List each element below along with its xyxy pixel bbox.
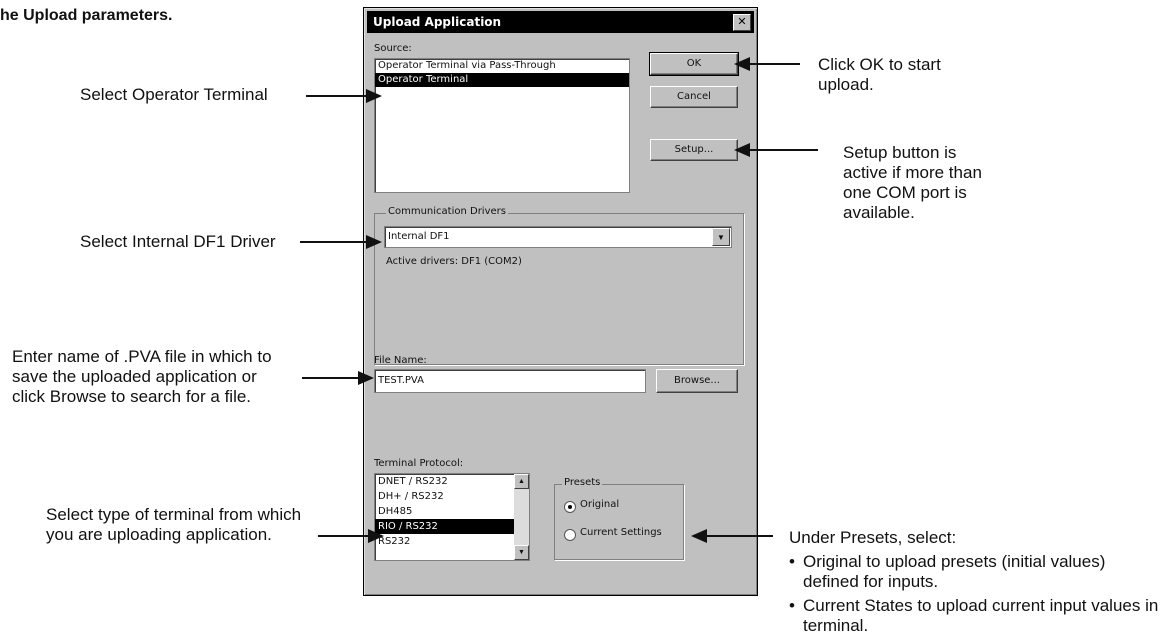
chevron-down-icon[interactable]: ▼ [712,228,730,246]
arrow-file-name [302,371,374,385]
source-item-operator-terminal[interactable]: Operator Terminal [375,73,629,87]
callout-setup: Setup button is active if more than one … [843,143,982,223]
protocol-scrollbar[interactable]: ▲ ▼ [514,474,529,560]
file-name-value: TEST.PVA [378,375,424,386]
callout-setup-line: active if more than [843,163,982,182]
protocol-item[interactable]: RS232 [375,534,529,549]
callout-presets-intro: Under Presets, select: [789,528,957,547]
driver-value: Internal DF1 [388,231,450,242]
active-drivers-text: Active drivers: DF1 (COM2) [386,256,522,267]
callout-protocol-line: Select type of terminal from which [46,505,302,524]
terminal-protocol-list[interactable]: DNET / RS232 DH+ / RS232 DH485 RIO / RS2… [374,473,530,561]
upload-application-dialog: Upload Application ✕ Source: Operator Te… [363,7,758,596]
ok-button[interactable]: OK [649,52,739,76]
arrow-setup [734,143,818,157]
scroll-up-icon[interactable]: ▲ [514,474,529,489]
callout-ok-line: Click OK to start [818,55,941,74]
callout-file-line: click Browse to search for a file. [12,387,252,406]
dialog-title: Upload Application [373,15,502,29]
callout-select-driver: Select Internal DF1 Driver [80,232,276,251]
preset-original-label[interactable]: Original [580,499,619,510]
callout-file-line: save the uploaded application or [12,367,257,386]
file-name-label: File Name: [374,355,427,366]
source-label: Source: [374,43,412,54]
drivers-label: Communication Drivers [386,206,508,217]
arrow-protocol [318,529,384,543]
callout-setup-line: one COM port is [843,183,967,202]
callout-protocol-line: you are uploading application. [46,525,272,544]
protocol-item[interactable]: DH485 [375,504,529,519]
callout-select-terminal: Select Operator Terminal [80,85,268,104]
setup-button[interactable]: Setup... [650,139,738,161]
callout-presets: Under Presets, select: Original to uploa… [789,528,1159,636]
page-heading: he Upload parameters. [0,7,173,24]
presets-group [554,484,684,560]
preset-current-label[interactable]: Current Settings [580,527,662,538]
file-name-input[interactable]: TEST.PVA [374,369,646,393]
callout-setup-line: Setup button is [843,143,957,162]
protocol-item[interactable]: DH+ / RS232 [375,489,529,504]
driver-dropdown[interactable]: Internal DF1 ▼ [384,226,732,248]
cancel-button[interactable]: Cancel [650,86,738,108]
terminal-protocol-label: Terminal Protocol: [374,458,464,469]
callout-ok: Click OK to start upload. [818,55,941,95]
callout-file-line: Enter name of .PVA file in which to [12,347,272,366]
callout-presets-bullet-current: Current States to upload current input v… [789,596,1159,636]
callout-presets-bullet-original: Original to upload presets (initial valu… [789,552,1159,592]
presets-label: Presets [562,477,603,488]
dialog-titlebar[interactable]: Upload Application ✕ [367,11,754,33]
arrow-select-terminal [306,89,382,103]
callout-setup-line: available. [843,203,915,222]
source-list[interactable]: Operator Terminal via Pass-Through Opera… [374,58,630,193]
arrow-ok [734,57,800,71]
close-button[interactable]: ✕ [733,14,751,31]
arrow-select-driver [300,235,382,249]
callout-ok-line: upload. [818,75,874,94]
preset-original-radio[interactable] [564,501,576,513]
source-item-pass-through[interactable]: Operator Terminal via Pass-Through [375,59,629,73]
protocol-item[interactable]: DNET / RS232 [375,474,529,489]
arrow-presets [691,529,773,543]
callout-protocol: Select type of terminal from which you a… [46,505,301,545]
close-icon: ✕ [737,15,747,28]
callout-file-name: Enter name of .PVA file in which to save… [12,347,272,407]
protocol-item-selected[interactable]: RIO / RS232 [375,519,514,534]
preset-current-radio[interactable] [564,529,576,541]
scroll-down-icon[interactable]: ▼ [514,545,529,560]
browse-button[interactable]: Browse... [656,369,738,393]
